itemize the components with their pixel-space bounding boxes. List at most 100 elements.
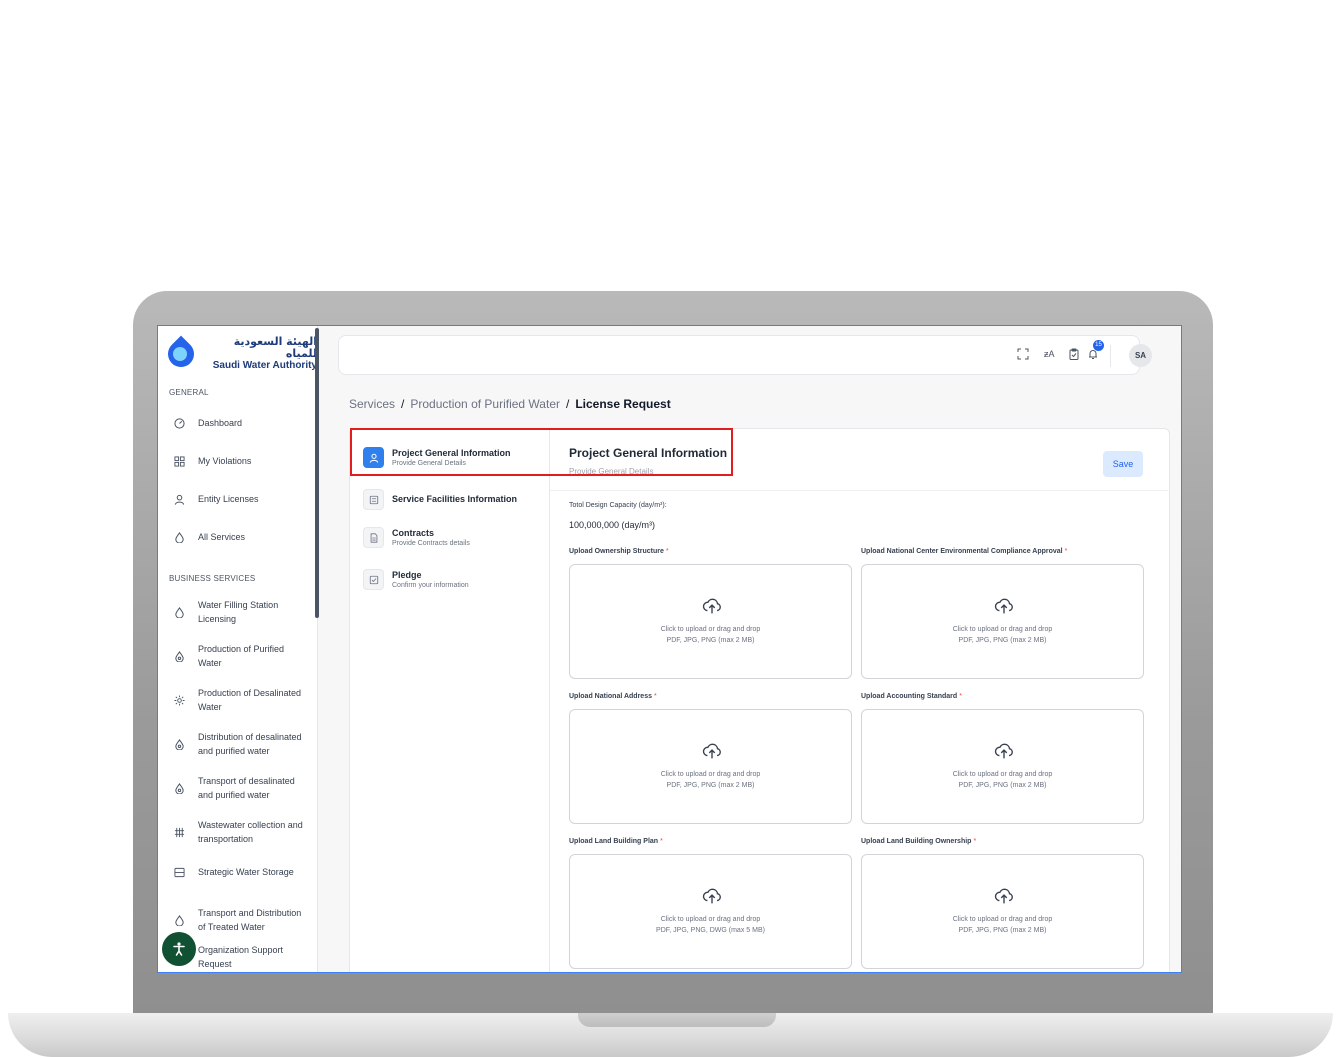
laptop-notch: [578, 1013, 776, 1027]
upload-land-building-ownership-dropzone[interactable]: Click to upload or drag and drop PDF, JP…: [861, 854, 1144, 969]
drop-icon: [173, 782, 185, 794]
upload-hint: Click to upload or drag and drop: [660, 626, 761, 633]
upload-cloud-icon: [994, 743, 1013, 759]
translate-icon[interactable]: ᵶA: [1044, 349, 1055, 359]
facility-icon: [363, 489, 384, 510]
upload-formats: PDF, JPG, PNG (max 2 MB): [958, 927, 1047, 934]
sidebar-item-label: Dashboard: [198, 418, 243, 428]
upload-label-text: Upload Land Building Plan: [569, 838, 659, 845]
upload-hint: Click to upload or drag and drop: [660, 771, 761, 778]
upload-cloud-icon: [702, 743, 721, 759]
upload-environmental-approval-dropzone[interactable]: Click to upload or drag and drop PDF, JP…: [861, 564, 1144, 679]
upload-label: Upload Accounting Standard *: [861, 693, 962, 700]
laptop-base: [8, 1013, 1333, 1057]
upload-label-text: Upload National Address: [569, 693, 652, 700]
step-title: Service Facilities Information: [392, 494, 518, 504]
grid-icon: [173, 455, 185, 467]
upload-label-text: Upload Accounting Standard: [861, 693, 958, 700]
upload-cloud-icon: [994, 598, 1013, 614]
drop-icon: [173, 606, 185, 618]
step-pledge[interactable]: Pledge Confirm your information: [363, 569, 469, 591]
divider: [550, 490, 1170, 491]
form-content: Project General Information Provide Gene…: [550, 429, 1170, 972]
breadcrumb-production[interactable]: Production of Purified Water: [410, 397, 560, 411]
upload-label-text: Upload Land Building Ownership: [861, 838, 972, 845]
accessibility-icon: [173, 942, 185, 956]
sidebar-item-dashboard[interactable]: Dashboard: [158, 416, 314, 430]
upload-land-building-plan-dropzone[interactable]: Click to upload or drag and drop PDF, JP…: [569, 854, 852, 969]
sidebar-item-water-filling-station[interactable]: Water Filling Station Licensing: [158, 598, 314, 626]
sidebar-item-label: Water Filling Station Licensing: [198, 600, 279, 624]
accessibility-button[interactable]: [162, 932, 196, 966]
clipboard-icon[interactable]: [1068, 348, 1080, 363]
business-services-heading: BUSINESS SERVICES: [169, 574, 256, 583]
step-service-facilities[interactable]: Service Facilities Information: [363, 489, 517, 510]
brand-arabic: الهيئة السعودية للمياه: [233, 335, 317, 360]
top-bar: ᵶA 15 SA: [338, 335, 1152, 375]
upload-hint: Click to upload or drag and drop: [952, 626, 1053, 633]
sidebar-item-transport[interactable]: Transport of desalinated and purified wa…: [158, 774, 314, 802]
upload-formats: PDF, JPG, PNG (max 2 MB): [958, 782, 1047, 789]
sidebar-item-distribution[interactable]: Distribution of desalinated and purified…: [158, 730, 314, 758]
step-contracts[interactable]: Contracts Provide Contracts details: [363, 527, 470, 549]
required-mark: *: [959, 693, 962, 700]
step-title: Contracts: [392, 528, 435, 538]
sidebar-item-wastewater[interactable]: Wastewater collection and transportation: [158, 818, 314, 846]
upload-accounting-standard-dropzone[interactable]: Click to upload or drag and drop PDF, JP…: [861, 709, 1144, 824]
brand-logo[interactable]: الهيئة السعودية للمياه Saudi Water Autho…: [162, 335, 317, 373]
sun-icon: [173, 694, 185, 706]
sidebar-item-label: Production of Desalinated Water: [198, 688, 302, 712]
upload-cloud-icon: [702, 888, 721, 904]
app-screen: الهيئة السعودية للمياه Saudi Water Autho…: [157, 325, 1182, 973]
save-button[interactable]: Save: [1103, 451, 1143, 477]
upload-label: Upload National Center Environmental Com…: [861, 548, 1067, 555]
sidebar-scrollbar[interactable]: [315, 328, 319, 618]
brand-english: Saudi Water Authority: [212, 360, 317, 371]
upload-label: Upload Ownership Structure *: [569, 548, 669, 555]
sidebar-item-label: Strategic Water Storage: [198, 867, 294, 877]
upload-formats: PDF, JPG, PNG, DWG (max 5 MB): [656, 927, 765, 934]
sidebar-item-treated-water[interactable]: Transport and Distribution of Treated Wa…: [158, 906, 314, 934]
sidebar-item-strategic-storage[interactable]: Strategic Water Storage: [158, 865, 314, 879]
sidebar-item-my-violations[interactable]: My Violations: [158, 454, 314, 468]
required-mark: *: [660, 838, 663, 845]
drop-icon: [173, 914, 185, 926]
capacity-value: 100,000,000 (day/m³): [569, 520, 656, 530]
sidebar-item-entity-licenses[interactable]: Entity Licenses: [158, 492, 314, 506]
required-mark: *: [973, 838, 977, 845]
fullscreen-icon[interactable]: [1017, 348, 1029, 363]
sidebar-item-label: My Violations: [198, 456, 252, 466]
upload-formats: PDF, JPG, PNG (max 2 MB): [666, 637, 755, 644]
sidebar-item-label: All Services: [198, 532, 246, 542]
sidebar-item-label: Entity Licenses: [198, 494, 259, 504]
sidebar-item-label: Production of Purified Water: [198, 644, 285, 668]
sidebar-item-all-services[interactable]: All Services: [158, 530, 314, 544]
step-subtitle: Provide Contracts details: [392, 540, 470, 547]
sidebar-item-label: Distribution of desalinated and purified…: [198, 732, 302, 756]
required-mark: *: [665, 548, 669, 555]
breadcrumb-current: License Request: [575, 397, 671, 411]
breadcrumb-services[interactable]: Services: [349, 397, 395, 411]
upload-ownership-structure-dropzone[interactable]: Click to upload or drag and drop PDF, JP…: [569, 564, 852, 679]
sidebar: الهيئة السعودية للمياه Saudi Water Autho…: [158, 326, 318, 972]
upload-label-text: Upload Ownership Structure: [569, 548, 664, 555]
avatar[interactable]: SA: [1129, 344, 1152, 367]
license-request-card: Project General Information Provide Gene…: [349, 428, 1170, 972]
upload-national-address-dropzone[interactable]: Click to upload or drag and drop PDF, JP…: [569, 709, 852, 824]
upload-label: Upload Land Building Plan *: [569, 838, 663, 845]
sidebar-item-production-purified[interactable]: Production of Purified Water: [158, 642, 314, 670]
storage-icon: [173, 866, 185, 878]
divider: [1110, 345, 1111, 367]
checkbox-icon: [363, 569, 384, 590]
general-heading: GENERAL: [169, 388, 209, 397]
user-icon: [173, 493, 185, 505]
required-mark: *: [1064, 548, 1068, 555]
drop-icon: [173, 650, 185, 662]
notification-badge: 15: [1093, 340, 1104, 351]
document-icon: [363, 527, 384, 548]
upload-formats: PDF, JPG, PNG (max 2 MB): [666, 782, 755, 789]
upload-label: Upload Land Building Ownership *: [861, 838, 976, 845]
required-mark: *: [653, 693, 657, 700]
sidebar-item-label: Wastewater collection and transportation: [198, 820, 303, 844]
sidebar-item-production-desalinated[interactable]: Production of Desalinated Water: [158, 686, 314, 714]
